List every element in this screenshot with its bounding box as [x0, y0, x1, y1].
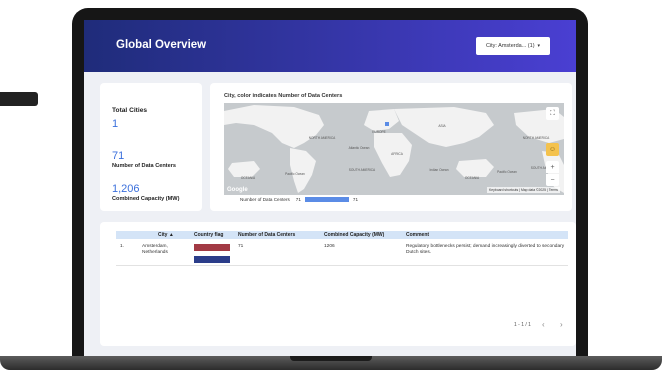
legend-min: 71: [295, 197, 301, 202]
pegman-icon: ☺: [548, 146, 557, 153]
label-north-america: NORTH AMERICA: [308, 136, 336, 140]
previous-page-button[interactable]: ‹: [542, 320, 545, 329]
label-north-america-right: NORTH AMERICA: [522, 136, 550, 140]
data-table: City ▲ Country flag Number of Data Cente…: [100, 222, 576, 346]
fullscreen-icon: ⛶: [550, 109, 555, 117]
column-header-city[interactable]: City ▲: [158, 232, 174, 238]
legend-label: Number of Data Centers: [240, 197, 290, 202]
dashboard-header: Global Overview City: Amsterda... (1) ▾: [84, 20, 576, 72]
row-divider: [116, 265, 568, 266]
map-attribution[interactable]: Keyboard shortcuts | Map data ©2025 | Te…: [486, 187, 560, 193]
flag-swatch-blue: [194, 256, 230, 263]
world-map-land: [224, 103, 564, 195]
city-filter-dropdown[interactable]: City: Amsterda... (1) ▾: [476, 37, 550, 55]
laptop-notch: [290, 356, 372, 361]
total-cities-value: 1: [112, 118, 119, 130]
row-capacity: 1206: [324, 244, 335, 249]
label-asia: ASIA: [438, 124, 446, 128]
capacity-label: Combined Capacity (MW): [112, 196, 180, 202]
legend-color-bar: [304, 197, 349, 202]
world-map[interactable]: NORTH AMERICA EUROPE ASIA AFRICA SOUTH A…: [224, 103, 564, 195]
capacity-value: 1,206: [112, 183, 140, 195]
row-index: 1.: [120, 244, 125, 249]
page-title: Global Overview: [116, 39, 207, 51]
label-pacific-right: Pacific Ocean: [497, 170, 517, 174]
zoom-in-button[interactable]: +: [546, 161, 559, 173]
datacenters-label: Number of Data Centers: [112, 163, 177, 169]
background-device-edge: [0, 92, 38, 106]
label-atlantic: Atlantic Ocean: [348, 146, 370, 150]
legend-max: 71: [352, 197, 359, 202]
label-oceania-right: OCEANIA: [464, 176, 480, 180]
amsterdam-marker: [385, 122, 389, 126]
map-title: City, color indicates Number of Data Cen…: [224, 93, 343, 99]
total-cities-label: Total Cities: [112, 107, 148, 114]
label-south-america: SOUTH AMERICA: [348, 168, 376, 172]
summary-card: Total Cities 1 71 Number of Data Centers…: [100, 83, 202, 211]
google-logo: Google: [227, 187, 248, 193]
label-europe: EUROPE: [372, 130, 386, 134]
column-header-comment[interactable]: Comment: [406, 232, 429, 238]
plus-icon: +: [550, 163, 555, 171]
label-pacific: Pacific Ocean: [285, 172, 305, 176]
label-indian: Indian Ocean: [429, 168, 449, 172]
pagination-label: 1 - 1 / 1: [514, 322, 531, 328]
street-view-button[interactable]: ☺: [546, 143, 559, 156]
datacenters-value: 71: [112, 150, 125, 162]
next-page-button[interactable]: ›: [560, 320, 563, 329]
city-filter-label: City: Amsterda... (1): [485, 43, 535, 49]
zoom-out-button[interactable]: −: [546, 174, 559, 186]
sort-ascending-icon: ▲: [168, 232, 174, 238]
label-oceania-left: OCEANIA: [240, 176, 256, 180]
row-datacenters: 71: [238, 244, 244, 249]
flag-swatch-red: [194, 244, 230, 251]
column-header-datacenters[interactable]: Number of Data Centers: [238, 232, 295, 238]
chevron-down-icon: ▾: [537, 43, 541, 49]
laptop-base: [0, 356, 662, 370]
minus-icon: −: [550, 176, 555, 184]
column-header-country-flag[interactable]: Country flag: [194, 232, 223, 238]
map-legend: Number of Data Centers 71 71: [240, 197, 358, 202]
row-comment: Regulatory bottlenecks persist; demand i…: [406, 244, 565, 255]
label-africa: AFRICA: [391, 152, 403, 156]
row-city: Amsterdam, Netherlands: [142, 244, 168, 255]
map-card: City, color indicates Number of Data Cen…: [210, 83, 572, 211]
laptop-screen: Global Overview City: Amsterda... (1) ▾ …: [84, 20, 576, 356]
column-header-capacity[interactable]: Combined Capacity (MW): [324, 232, 384, 238]
fullscreen-button[interactable]: ⛶: [546, 107, 559, 120]
